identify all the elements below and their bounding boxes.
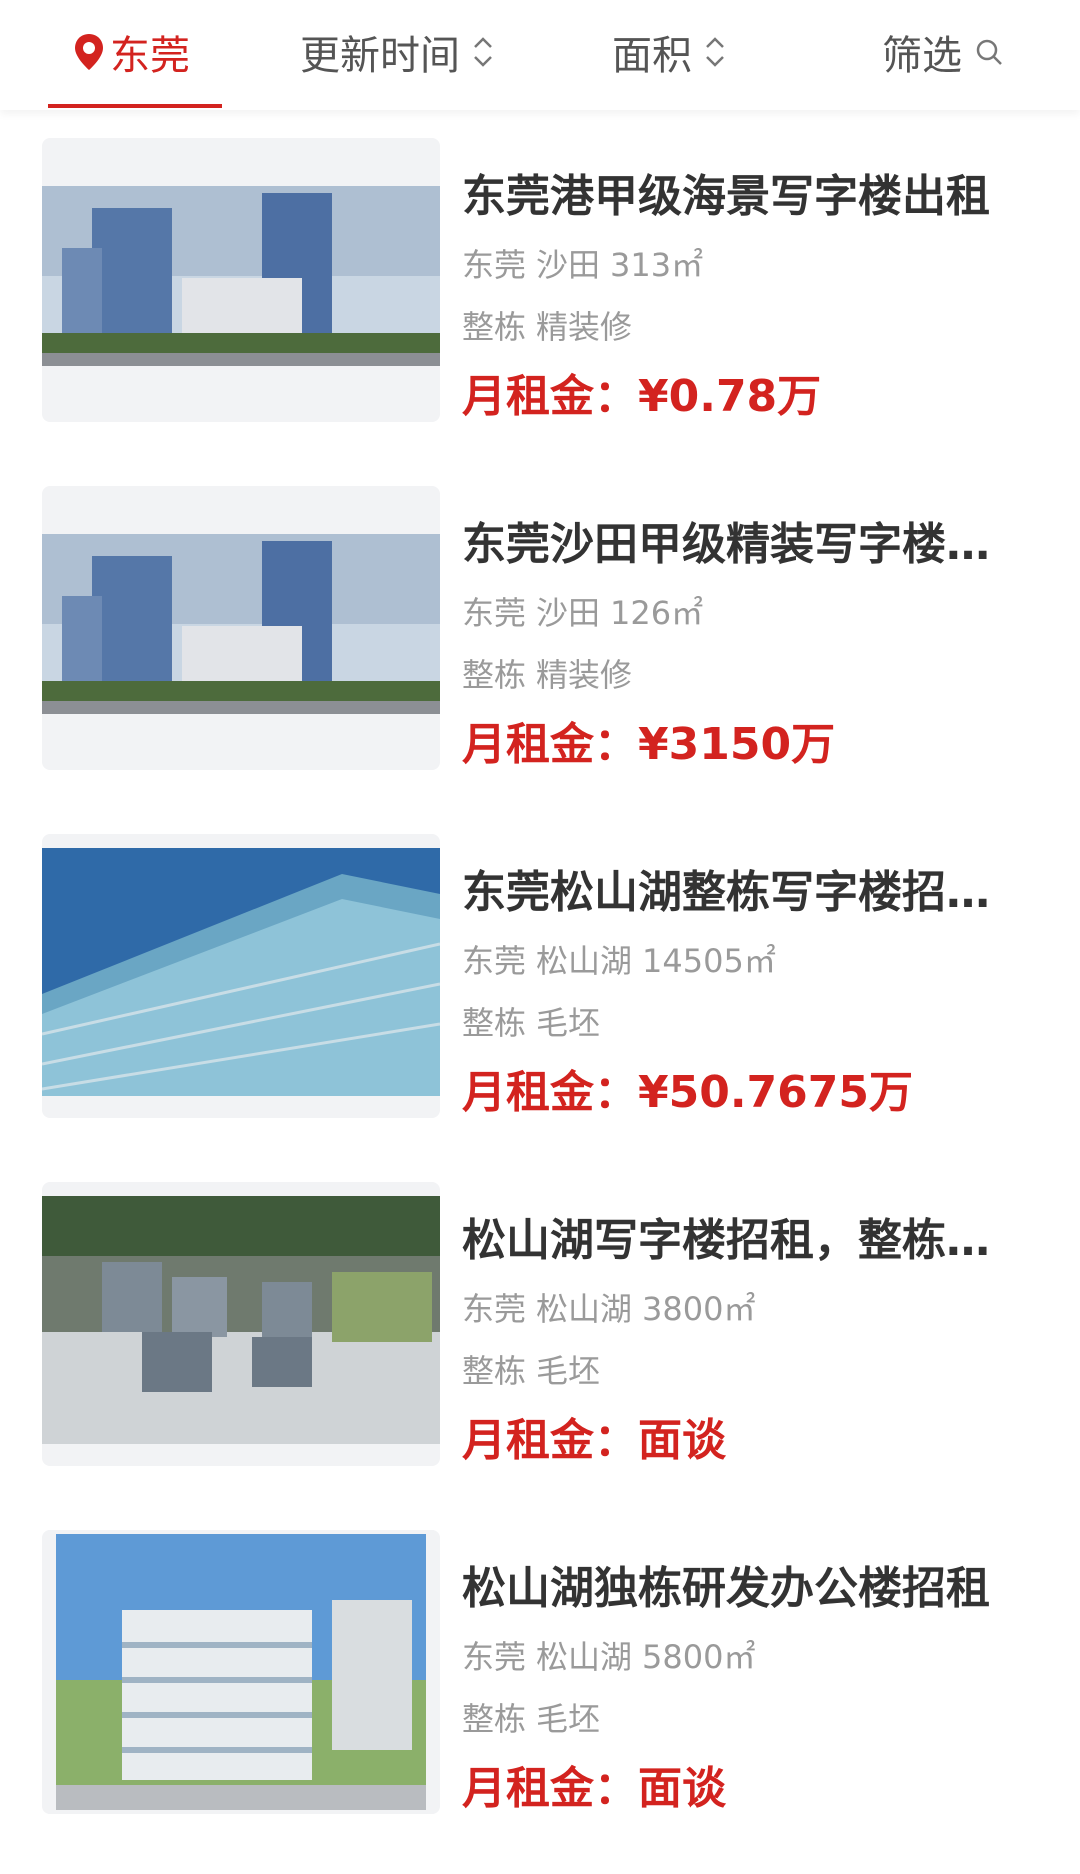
listing-area: 5800㎡ bbox=[642, 1638, 756, 1676]
listing-district: 松山湖 bbox=[536, 1638, 633, 1676]
sort-icon bbox=[474, 37, 492, 67]
listing-thumbnail bbox=[42, 1182, 440, 1466]
listing-type: 整栋 bbox=[462, 656, 527, 694]
active-tab-indicator bbox=[48, 104, 222, 108]
listing-thumbnail bbox=[42, 1530, 440, 1814]
listing-location: 东莞 沙田 313㎡ bbox=[462, 240, 703, 286]
listing-thumbnail bbox=[42, 834, 440, 1118]
listing-title: 东莞港甲级海景写字楼出租 bbox=[462, 171, 990, 222]
listing-title: 东莞松山湖整栋写字楼招… bbox=[462, 867, 990, 918]
listing-area: 14505㎡ bbox=[642, 942, 776, 980]
listing-decoration: 精装修 bbox=[536, 656, 633, 694]
price-value: ¥0.78万 bbox=[638, 371, 822, 422]
listing-title: 松山湖写字楼招租，整栋… bbox=[462, 1215, 990, 1266]
price-label: 月租金： bbox=[462, 1067, 638, 1118]
listing-decoration: 毛坯 bbox=[536, 1700, 601, 1738]
listing-district: 沙田 bbox=[536, 594, 601, 632]
listing-decoration: 毛坯 bbox=[536, 1352, 601, 1390]
listing-decoration: 精装修 bbox=[536, 308, 633, 346]
listing-price: 月租金：面谈 bbox=[462, 1404, 726, 1468]
listing-city: 东莞 bbox=[462, 1290, 527, 1328]
listing-thumbnail bbox=[42, 486, 440, 770]
listing-area: 126㎡ bbox=[610, 594, 704, 632]
location-pin-icon bbox=[75, 34, 103, 70]
listing-area: 313㎡ bbox=[610, 246, 704, 284]
listing-location: 东莞 松山湖 5800㎡ bbox=[462, 1632, 755, 1678]
listing-card[interactable]: 东莞沙田甲级精装写字楼… 东莞 沙田 126㎡ 整栋 精装修 月租金：¥3150万 bbox=[0, 458, 1080, 806]
update-time-label: 更新时间 bbox=[300, 33, 460, 79]
listing-price: 月租金：¥3150万 bbox=[462, 708, 835, 772]
listing-price: 月租金：面谈 bbox=[462, 1752, 726, 1816]
sort-icon bbox=[706, 37, 724, 67]
search-icon bbox=[976, 39, 1002, 65]
listing-price: 月租金：¥50.7675万 bbox=[462, 1056, 913, 1120]
listing-spec: 整栋 精装修 bbox=[462, 650, 632, 696]
area-label: 面积 bbox=[612, 33, 692, 79]
listing-spec: 整栋 毛坯 bbox=[462, 1694, 600, 1740]
price-value: ¥50.7675万 bbox=[638, 1067, 914, 1118]
price-value: 面谈 bbox=[638, 1763, 726, 1814]
listing-decoration: 毛坯 bbox=[536, 1004, 601, 1042]
update-time-sort[interactable]: 更新时间 bbox=[300, 22, 496, 82]
listing-district: 沙田 bbox=[536, 246, 601, 284]
listing-card[interactable]: 东莞港甲级海景写字楼出租 东莞 沙田 313㎡ 整栋 精装修 月租金：¥0.78万 bbox=[0, 110, 1080, 458]
price-label: 月租金： bbox=[462, 719, 638, 770]
listing-spec: 整栋 毛坯 bbox=[462, 1346, 600, 1392]
listing-location: 东莞 沙田 126㎡ bbox=[462, 588, 703, 634]
listing-type: 整栋 bbox=[462, 1352, 527, 1390]
listing-type: 整栋 bbox=[462, 1700, 527, 1738]
listing-type: 整栋 bbox=[462, 1004, 527, 1042]
area-sort[interactable]: 面积 bbox=[612, 22, 728, 82]
listing-city: 东莞 bbox=[462, 246, 527, 284]
listing-location: 东莞 松山湖 3800㎡ bbox=[462, 1284, 755, 1330]
filter-button[interactable]: 筛选 bbox=[882, 22, 1004, 82]
listing-thumbnail bbox=[42, 138, 440, 422]
price-label: 月租金： bbox=[462, 371, 638, 422]
listing-card[interactable]: 东莞松山湖整栋写字楼招… 东莞 松山湖 14505㎡ 整栋 毛坯 月租金：¥50.76… bbox=[0, 806, 1080, 1154]
city-filter-label: 东莞 bbox=[110, 33, 190, 79]
price-value: 面谈 bbox=[638, 1415, 726, 1466]
listing-city: 东莞 bbox=[462, 1638, 527, 1676]
listing-card[interactable]: 松山湖写字楼招租，整栋… 东莞 松山湖 3800㎡ 整栋 毛坯 月租金：面谈 bbox=[0, 1154, 1080, 1502]
listing-district: 松山湖 bbox=[536, 942, 633, 980]
listing-area: 3800㎡ bbox=[642, 1290, 756, 1328]
listing-title: 松山湖独栋研发办公楼招租 bbox=[462, 1563, 990, 1614]
listing-spec: 整栋 毛坯 bbox=[462, 998, 600, 1044]
listing-city: 东莞 bbox=[462, 942, 527, 980]
listing-card[interactable]: 松山湖独栋研发办公楼招租 东莞 松山湖 5800㎡ 整栋 毛坯 月租金：面谈 bbox=[0, 1502, 1080, 1850]
listing-price: 月租金：¥0.78万 bbox=[462, 360, 821, 424]
listing-city: 东莞 bbox=[462, 594, 527, 632]
filter-label: 筛选 bbox=[882, 33, 962, 79]
price-label: 月租金： bbox=[462, 1763, 638, 1814]
listing-type: 整栋 bbox=[462, 308, 527, 346]
listing-district: 松山湖 bbox=[536, 1290, 633, 1328]
price-label: 月租金： bbox=[462, 1415, 638, 1466]
listing-title: 东莞沙田甲级精装写字楼… bbox=[462, 519, 990, 570]
listing-spec: 整栋 精装修 bbox=[462, 302, 632, 348]
filter-bar: 东莞 更新时间 面积 筛选 bbox=[0, 0, 1080, 110]
city-filter[interactable]: 东莞 bbox=[72, 22, 190, 82]
price-value: ¥3150万 bbox=[638, 719, 836, 770]
listing-location: 东莞 松山湖 14505㎡ bbox=[462, 936, 776, 982]
